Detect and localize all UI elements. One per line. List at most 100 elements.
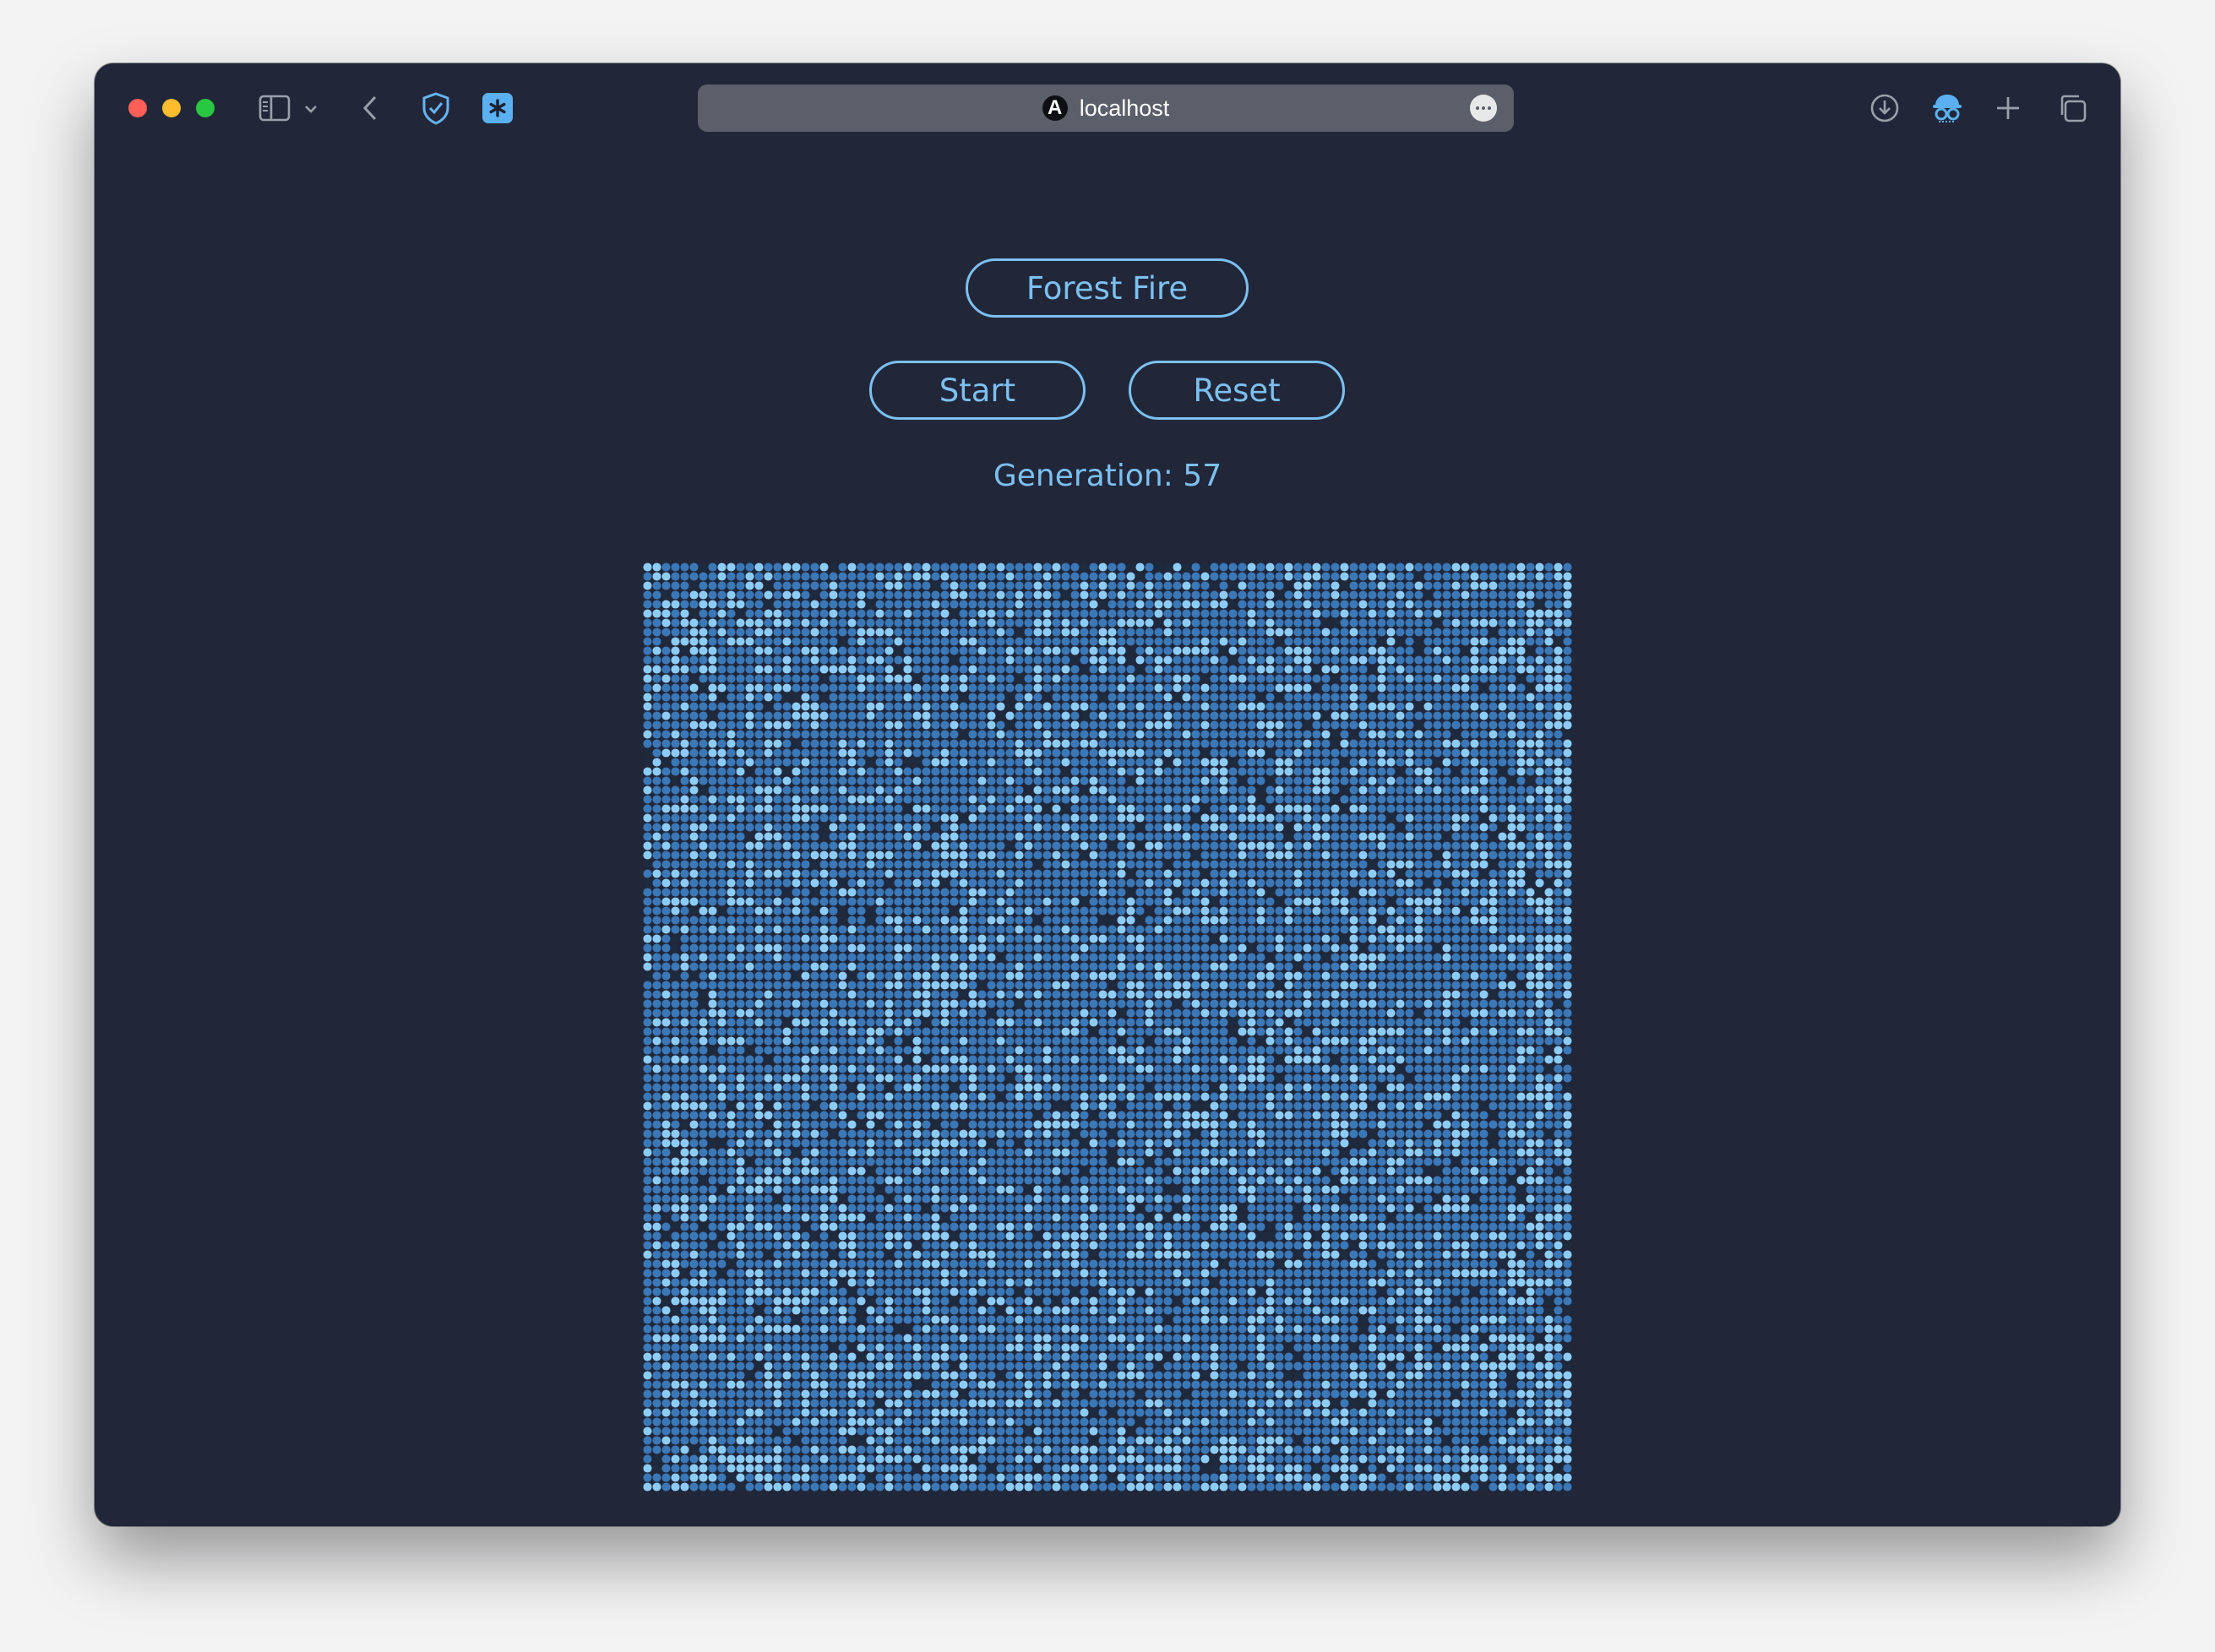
grid-cell <box>643 767 652 776</box>
grid-cell <box>1145 925 1154 934</box>
chevron-down-icon[interactable] <box>302 101 319 117</box>
grid-cell <box>894 590 903 600</box>
grid-cell <box>1145 730 1154 739</box>
grid-cell <box>810 572 819 581</box>
grid-cell <box>1089 943 1098 953</box>
grid-cell <box>838 962 847 971</box>
grid-cell <box>764 600 773 609</box>
grid-cell <box>1442 860 1451 869</box>
grid-cell <box>1396 748 1405 758</box>
grid-cell <box>1312 730 1321 739</box>
extension-icon[interactable] <box>482 93 513 123</box>
grid-cell <box>1145 646 1154 655</box>
grid-cell <box>1526 683 1535 693</box>
grid-cell <box>912 916 922 925</box>
grid-cell <box>1377 562 1386 572</box>
grid-cell <box>1396 795 1405 804</box>
grid-cell <box>1219 646 1228 655</box>
grid-cell <box>1070 916 1080 925</box>
grid-cell <box>1265 758 1275 767</box>
grid-cell <box>894 720 903 730</box>
grid-cell <box>1516 934 1526 943</box>
grid-cell <box>1414 581 1423 590</box>
close-window-button[interactable] <box>128 99 147 117</box>
grid-cell <box>801 693 810 702</box>
new-tab-icon[interactable] <box>1994 94 2022 122</box>
grid-cell <box>1312 767 1321 776</box>
grid-cell <box>1293 748 1303 758</box>
grid-cell <box>1479 813 1488 823</box>
reset-button[interactable]: Reset <box>1129 361 1345 420</box>
grid-cell <box>773 888 782 897</box>
grid-cell <box>1089 646 1098 655</box>
grid-cell <box>1414 869 1423 878</box>
grid-cell <box>1498 785 1507 795</box>
grid-cell <box>1210 962 1219 971</box>
grid-cell <box>1331 711 1340 720</box>
grid-cell <box>1070 785 1080 795</box>
grid-cell <box>1479 869 1488 878</box>
grid-cell <box>773 1018 782 1027</box>
grid-cell <box>1470 813 1479 823</box>
grid-cell <box>1117 1008 1126 1018</box>
grid-cell <box>1516 860 1526 869</box>
download-icon[interactable] <box>1869 92 1901 124</box>
grid-cell <box>1275 1018 1284 1027</box>
grid-cell <box>1145 916 1154 925</box>
grid-cell <box>829 1018 838 1027</box>
grid-cell <box>940 776 950 785</box>
url-text[interactable]: localhost <box>1080 95 1170 122</box>
privacy-icon[interactable] <box>1929 90 1965 126</box>
grid-cell <box>745 860 754 869</box>
grid-cell <box>1293 841 1303 850</box>
forest-grid[interactable] <box>643 562 1572 1492</box>
grid-cell <box>1200 711 1210 720</box>
grid-cell <box>1163 609 1173 618</box>
grid-cell <box>1200 628 1210 637</box>
grid-cell <box>1108 711 1117 720</box>
grid-cell <box>652 646 661 655</box>
grid-cell <box>1173 804 1182 813</box>
grid-cell <box>996 888 1005 897</box>
grid-cell <box>699 618 708 628</box>
grid-cell <box>689 804 699 813</box>
grid-cell <box>922 841 931 850</box>
grid-cell <box>699 665 708 674</box>
grid-cell <box>1247 674 1256 683</box>
minimize-window-button[interactable] <box>162 99 181 117</box>
grid-cell <box>922 674 931 683</box>
grid-cell <box>1414 832 1423 841</box>
more-icon[interactable] <box>1470 95 1497 122</box>
grid-cell <box>699 637 708 646</box>
grid-cell <box>1516 646 1526 655</box>
grid-cell <box>894 990 903 999</box>
grid-cell <box>1117 841 1126 850</box>
grid-cell <box>1135 850 1145 860</box>
tabs-overview-icon[interactable] <box>2056 92 2088 124</box>
grid-cell <box>1061 925 1070 934</box>
back-icon[interactable] <box>360 94 380 122</box>
grid-cell <box>1033 711 1042 720</box>
grid-cell <box>801 720 810 730</box>
grid-cell <box>950 962 959 971</box>
grid-cell <box>1117 906 1126 916</box>
shield-icon[interactable] <box>419 90 453 126</box>
grid-cell <box>1108 720 1117 730</box>
grid-cell <box>1396 916 1405 925</box>
start-button[interactable]: Start <box>869 361 1086 420</box>
grid-cell <box>1256 600 1265 609</box>
grid-cell <box>1098 823 1108 832</box>
grid-cell <box>959 878 968 888</box>
grid-cell <box>792 711 801 720</box>
zoom-window-button[interactable] <box>196 99 215 117</box>
grid-cell <box>1275 962 1284 971</box>
address-bar[interactable]: A localhost <box>698 84 1514 132</box>
grid-cell <box>847 981 857 990</box>
sidebar-icon[interactable] <box>259 92 291 124</box>
grid-cell <box>1228 628 1238 637</box>
grid-cell <box>773 897 782 906</box>
grid-cell <box>950 655 959 665</box>
grid-cell <box>1135 906 1145 916</box>
grid-cell <box>819 748 829 758</box>
grid-cell <box>1488 758 1498 767</box>
